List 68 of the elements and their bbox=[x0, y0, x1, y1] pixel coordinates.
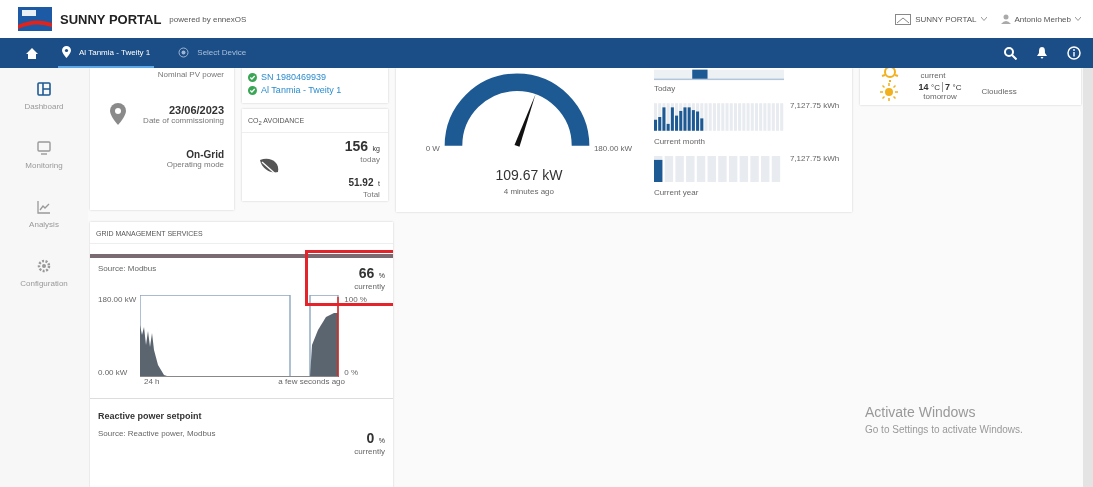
sun-icon bbox=[880, 68, 901, 82]
weather-tomorrow-label: tomorrow bbox=[922, 92, 958, 101]
weather-current-label: current bbox=[920, 70, 946, 80]
sma-logo bbox=[18, 7, 52, 31]
info-icon[interactable] bbox=[1067, 46, 1081, 60]
reactive-power-label: currently bbox=[354, 447, 385, 456]
device-link[interactable]: SN 1980469939 bbox=[261, 72, 327, 82]
brand-tagline: powered by ennexOS bbox=[169, 14, 247, 24]
co2-total-label: Total bbox=[362, 190, 380, 200]
sidebar-item[interactable]: Configuration bbox=[18, 257, 70, 290]
commissioning-date: 23/06/2023 bbox=[167, 103, 225, 116]
gear-icon bbox=[37, 259, 51, 273]
gauge-min-label: 0 W bbox=[425, 144, 440, 153]
active-power-source: Source: Modbus bbox=[98, 264, 157, 273]
location-pin-icon bbox=[110, 103, 126, 125]
chart-icon bbox=[37, 200, 51, 214]
co2-today-label: today bbox=[359, 155, 380, 165]
activation-notice-text: Go to Settings to activate Windows. bbox=[865, 424, 1023, 435]
dashboard-icon bbox=[37, 82, 51, 96]
right-axis-min-label: 0 % bbox=[344, 368, 360, 377]
yield-period-label: Current year bbox=[653, 188, 700, 197]
user-icon bbox=[1000, 14, 1011, 24]
reactive-power-source: Source: Reactive power, Modbus bbox=[98, 429, 216, 438]
user-menu[interactable]: Antonio Merheb bbox=[1000, 13, 1081, 25]
portal-menu[interactable]: SUNNY PORTAL bbox=[895, 13, 987, 25]
operating-mode-label: Operating mode bbox=[165, 160, 225, 169]
reactive-power-title: Reactive power setpoint bbox=[98, 411, 203, 421]
sidebar-item[interactable]: Monitoring bbox=[23, 139, 65, 172]
yield-period-label: Today bbox=[653, 84, 677, 93]
scrollbar[interactable] bbox=[1083, 68, 1093, 487]
x-axis-end-label: a few seconds ago bbox=[278, 377, 345, 386]
activation-notice-title: Activate Windows bbox=[865, 404, 977, 420]
right-axis-max-label: 100 % bbox=[344, 295, 367, 304]
home-icon[interactable] bbox=[26, 47, 38, 59]
low-temperature: 7 °C bbox=[942, 82, 962, 92]
x-axis-start-label: 24 h bbox=[144, 377, 160, 386]
active-power-label: currently bbox=[354, 282, 385, 291]
high-temperature: 14 °C bbox=[918, 82, 940, 92]
reactive-power-value: 0 bbox=[366, 430, 375, 446]
sidebar-item[interactable]: Dashboard bbox=[22, 80, 66, 113]
nav-tab[interactable]: Select Device bbox=[174, 38, 251, 68]
power-updated: 4 minutes ago bbox=[503, 187, 554, 196]
y-axis-min-label: 0.00 kW bbox=[98, 368, 129, 377]
power-value: 109.67 kW bbox=[495, 167, 563, 183]
caret-icon bbox=[980, 17, 987, 21]
portal-icon bbox=[895, 13, 912, 25]
weather-condition: Cloudless bbox=[981, 87, 1017, 96]
yield-reading: 7,127.75 kWh bbox=[789, 101, 840, 110]
search-icon[interactable] bbox=[1004, 46, 1017, 60]
co2-today-value: 156 bbox=[344, 138, 369, 155]
yield-reading: 7,127.75 kWh bbox=[789, 154, 840, 163]
device-icon bbox=[178, 46, 190, 58]
commissioning-label: Date of commissioning bbox=[143, 115, 225, 125]
y-axis-max-label: 180.00 kW bbox=[98, 295, 137, 304]
sun-icon bbox=[880, 82, 899, 101]
bell-icon[interactable] bbox=[1037, 47, 1047, 59]
active-power-value: 66 bbox=[358, 265, 375, 281]
device-link[interactable]: Al Tanmia - Tweity 1 bbox=[261, 85, 342, 95]
caret-icon bbox=[1075, 17, 1081, 21]
operating-mode: On-Grid bbox=[185, 149, 225, 160]
nominal-power-label: Nominal PV power bbox=[156, 70, 225, 79]
brand-name: SUNNY PORTAL bbox=[60, 11, 162, 27]
monitor-icon bbox=[37, 141, 51, 155]
co2-total-value: 51.92 bbox=[348, 177, 374, 189]
sidebar-item[interactable]: Analysis bbox=[27, 198, 61, 231]
location-pin-icon bbox=[62, 46, 71, 58]
gauge-max-label: 180.00 kW bbox=[593, 144, 633, 153]
yield-period-label: Current month bbox=[653, 137, 707, 146]
